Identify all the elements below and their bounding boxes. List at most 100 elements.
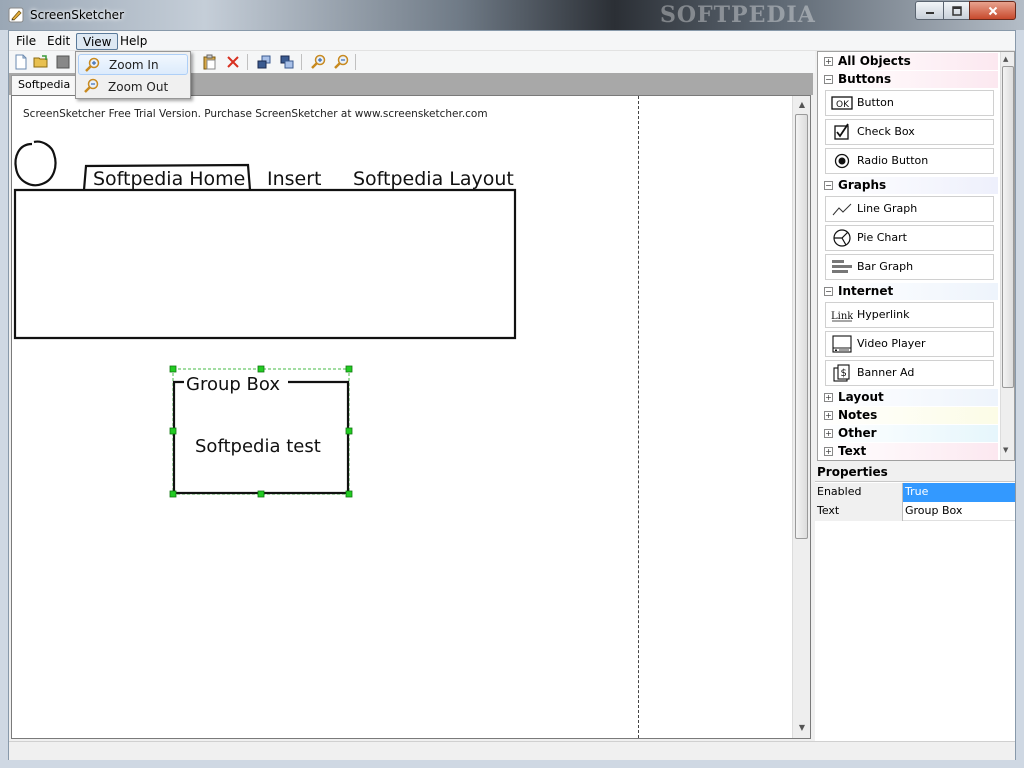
- menu-bar: File Edit View Help: [9, 31, 1015, 51]
- view-dropdown-menu: Zoom In Zoom Out: [75, 51, 191, 99]
- banner-ad-icon: $: [833, 364, 850, 382]
- toolbox-scrollbar[interactable]: ▲ ▼: [1000, 52, 1014, 460]
- delete-button[interactable]: [224, 53, 242, 71]
- minimize-button[interactable]: [915, 1, 944, 20]
- toolbar-separator: [247, 54, 248, 70]
- menu-help[interactable]: Help: [114, 33, 153, 50]
- new-button[interactable]: [12, 53, 30, 71]
- toolbox-item-hyperlink[interactable]: Link Hyperlink: [825, 302, 994, 328]
- sketch-tab-container[interactable]: Softpedia Home Insert Softpedia Layout: [13, 163, 517, 340]
- menu-item-zoom-out[interactable]: Zoom Out: [78, 76, 188, 97]
- pencil-icon: [8, 7, 24, 23]
- property-key: Enabled: [815, 483, 903, 502]
- bar-graph-icon: [832, 260, 852, 273]
- property-value[interactable]: Group Box: [903, 502, 1015, 521]
- close-button[interactable]: [969, 1, 1016, 20]
- new-file-icon: [15, 54, 27, 70]
- toolbox-item-line-graph[interactable]: Line Graph: [825, 196, 994, 222]
- sketch-tab-layout[interactable]: Softpedia Layout: [353, 168, 514, 190]
- toolbox-item-video-player[interactable]: Video Player: [825, 331, 994, 357]
- toolbar-separator: [355, 54, 356, 70]
- zoom-in-icon: [85, 57, 100, 72]
- expand-icon[interactable]: +: [824, 429, 833, 438]
- svg-text:$: $: [841, 368, 847, 379]
- zoom-out-button[interactable]: [332, 53, 350, 71]
- sketch-circle[interactable]: [14, 140, 57, 187]
- menu-edit[interactable]: Edit: [41, 33, 76, 50]
- category-notes[interactable]: + Notes: [820, 407, 998, 424]
- category-internet[interactable]: − Internet: [820, 283, 998, 300]
- zoom-in-button[interactable]: [309, 53, 327, 71]
- send-back-button[interactable]: [278, 53, 296, 71]
- send-to-back-icon: [280, 55, 294, 69]
- open-button[interactable]: [32, 53, 50, 71]
- collapse-icon[interactable]: −: [824, 287, 833, 296]
- expand-icon[interactable]: +: [824, 447, 833, 456]
- collapse-icon[interactable]: −: [824, 75, 833, 84]
- save-icon: [56, 55, 70, 69]
- handle-w: [169, 427, 177, 435]
- minimize-icon: [925, 11, 934, 14]
- paste-button[interactable]: [201, 53, 219, 71]
- menu-view[interactable]: View: [76, 33, 119, 50]
- category-all-objects[interactable]: + All Objects: [820, 53, 998, 70]
- brand-watermark: SOFTPEDIA: [660, 2, 816, 28]
- toolbox-scroll-thumb[interactable]: [1002, 66, 1014, 388]
- scroll-down-arrow-icon[interactable]: ▼: [1003, 446, 1008, 454]
- app-window: ScreenSketcher SOFTPEDIA File Edit View …: [0, 0, 1024, 768]
- svg-text:Link: Link: [831, 311, 853, 322]
- title-bar[interactable]: ScreenSketcher SOFTPEDIA: [0, 0, 1024, 30]
- expand-icon[interactable]: +: [824, 393, 833, 402]
- toolbox-item-bar-graph[interactable]: Bar Graph: [825, 254, 994, 280]
- zoom-out-icon: [84, 78, 99, 93]
- toolbox-item-button[interactable]: OK Button: [825, 90, 994, 116]
- handle-ne: [345, 365, 353, 373]
- bring-front-button[interactable]: [255, 53, 273, 71]
- collapse-icon[interactable]: −: [824, 181, 833, 190]
- toolbox-item-pie-chart[interactable]: Pie Chart: [825, 225, 994, 251]
- client-area: File Edit View Help Softpedia ScreenSket…: [8, 30, 1016, 760]
- category-text[interactable]: + Text: [820, 443, 998, 460]
- toolbar-separator: [301, 54, 302, 70]
- tab-softpedia[interactable]: Softpedia: [11, 75, 78, 95]
- expand-icon[interactable]: +: [824, 57, 833, 66]
- expand-icon[interactable]: +: [824, 411, 833, 420]
- menu-item-zoom-in[interactable]: Zoom In: [78, 54, 188, 75]
- save-button[interactable]: [54, 53, 72, 71]
- property-row-enabled[interactable]: Enabled True: [815, 483, 1015, 502]
- ok-button-icon: OK: [831, 96, 853, 110]
- group-box-text: Softpedia test: [195, 436, 321, 457]
- handle-nw: [169, 365, 177, 373]
- pie-chart-icon: [833, 229, 851, 247]
- category-buttons[interactable]: − Buttons: [820, 71, 998, 88]
- status-bar: [9, 741, 1015, 760]
- toolbox-item-radio-button[interactable]: Radio Button: [825, 148, 994, 174]
- scroll-up-arrow-icon[interactable]: ▲: [796, 99, 808, 111]
- delete-x-icon: [227, 56, 239, 68]
- radio-button-icon: [834, 153, 850, 169]
- category-graphs[interactable]: − Graphs: [820, 177, 998, 194]
- canvas-vertical-scrollbar[interactable]: ▲ ▼: [792, 96, 810, 738]
- menu-file[interactable]: File: [10, 33, 42, 50]
- checkbox-icon: [834, 123, 849, 140]
- scroll-thumb[interactable]: [795, 114, 808, 539]
- sketch-canvas[interactable]: ScreenSketcher Free Trial Version. Purch…: [12, 96, 792, 738]
- scroll-down-arrow-icon[interactable]: ▼: [796, 722, 808, 734]
- property-value[interactable]: True: [903, 483, 1015, 502]
- bring-to-front-icon: [257, 55, 271, 69]
- category-other[interactable]: + Other: [820, 425, 998, 442]
- sketch-tab-insert[interactable]: Insert: [267, 168, 322, 190]
- category-layout[interactable]: + Layout: [820, 389, 998, 406]
- sketch-group-box[interactable]: Group Box Softpedia test: [172, 368, 350, 495]
- scroll-up-arrow-icon[interactable]: ▲: [1003, 55, 1008, 63]
- toolbox-item-check-box[interactable]: Check Box: [825, 119, 994, 145]
- properties-title: Properties: [817, 465, 888, 479]
- sketch-tab-home[interactable]: Softpedia Home: [93, 168, 245, 190]
- toolbox: + All Objects − Buttons OK Button Check Bo…: [817, 51, 1015, 461]
- group-box-title: Group Box: [186, 374, 280, 395]
- maximize-button[interactable]: [943, 1, 970, 20]
- toolbox-item-banner-ad[interactable]: $ Banner Ad: [825, 360, 994, 386]
- property-row-text[interactable]: Text Group Box: [815, 502, 1015, 521]
- properties-grid: Enabled True Text Group Box: [815, 481, 1015, 741]
- handle-n: [257, 365, 265, 373]
